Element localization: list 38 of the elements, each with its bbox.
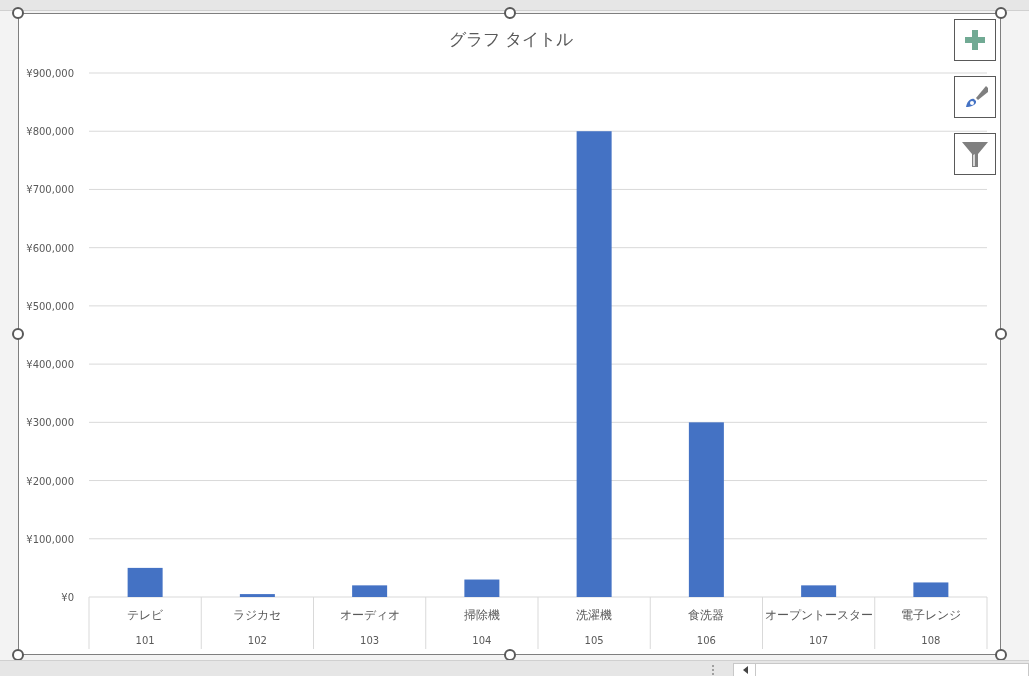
x-axis-code-label: 102: [247, 635, 267, 646]
filter-icon: [960, 139, 990, 169]
y-axis-label: ¥600,000: [26, 242, 74, 254]
x-axis-code-label: 107: [809, 635, 829, 646]
x-axis-code-label: 103: [360, 635, 380, 646]
x-axis-label: テレビ: [127, 608, 164, 622]
chart-title: グラフ タイトル: [448, 29, 574, 49]
x-axis-label: ラジカセ: [233, 608, 282, 622]
y-axis-label: ¥900,000: [26, 68, 74, 79]
chart-styles-button[interactable]: [954, 76, 996, 118]
y-axis-label: ¥500,000: [26, 300, 74, 312]
left-triangle-icon: [741, 666, 748, 674]
chart-filters-button[interactable]: [954, 133, 996, 175]
y-axis-label: ¥400,000: [26, 359, 74, 371]
x-axis-code-label: 104: [472, 635, 492, 646]
y-axis-label: ¥0: [61, 592, 74, 603]
plus-icon: [964, 29, 986, 51]
resize-handle[interactable]: [12, 328, 24, 340]
x-axis-code-label: 108: [921, 635, 941, 646]
add-chart-element-button[interactable]: [954, 19, 996, 61]
x-axis-label: オープントースター: [764, 608, 873, 622]
y-axis-label: ¥200,000: [26, 475, 74, 487]
x-axis-label: 洗濯機: [576, 608, 613, 622]
resize-handle[interactable]: [12, 649, 24, 661]
x-axis-label: 掃除機: [463, 608, 500, 622]
x-axis-code-label: 101: [135, 635, 155, 646]
x-axis-label: オーディオ: [339, 608, 400, 622]
x-axis-code-label: 106: [696, 635, 716, 646]
y-axis-label: ¥800,000: [26, 126, 74, 138]
x-axis-label: 食洗器: [688, 608, 725, 622]
resize-handle[interactable]: [995, 649, 1007, 661]
horizontal-scrollbar[interactable]: [733, 663, 1029, 676]
chart-frame[interactable]: グラフ タイトル ¥0 ¥100,000 ¥200,000 ¥300,000 ¥400,000 ¥500,000 ¥600,000 ¥700,000 ¥800,000 ¥900,000 テレビ ラジカセ オーディオ 掃除機 洗濯機 食洗器 オープントースター 電子レンジ 101 102 103 104 105 106 107 108: [18, 13, 1001, 655]
x-axis-label: 電子レンジ: [900, 608, 961, 622]
y-axis-label: ¥100,000: [26, 533, 74, 545]
y-axis-label: ¥300,000: [26, 417, 74, 429]
x-axis-code-label: 105: [584, 635, 604, 646]
y-axis-label: ¥700,000: [26, 184, 74, 196]
